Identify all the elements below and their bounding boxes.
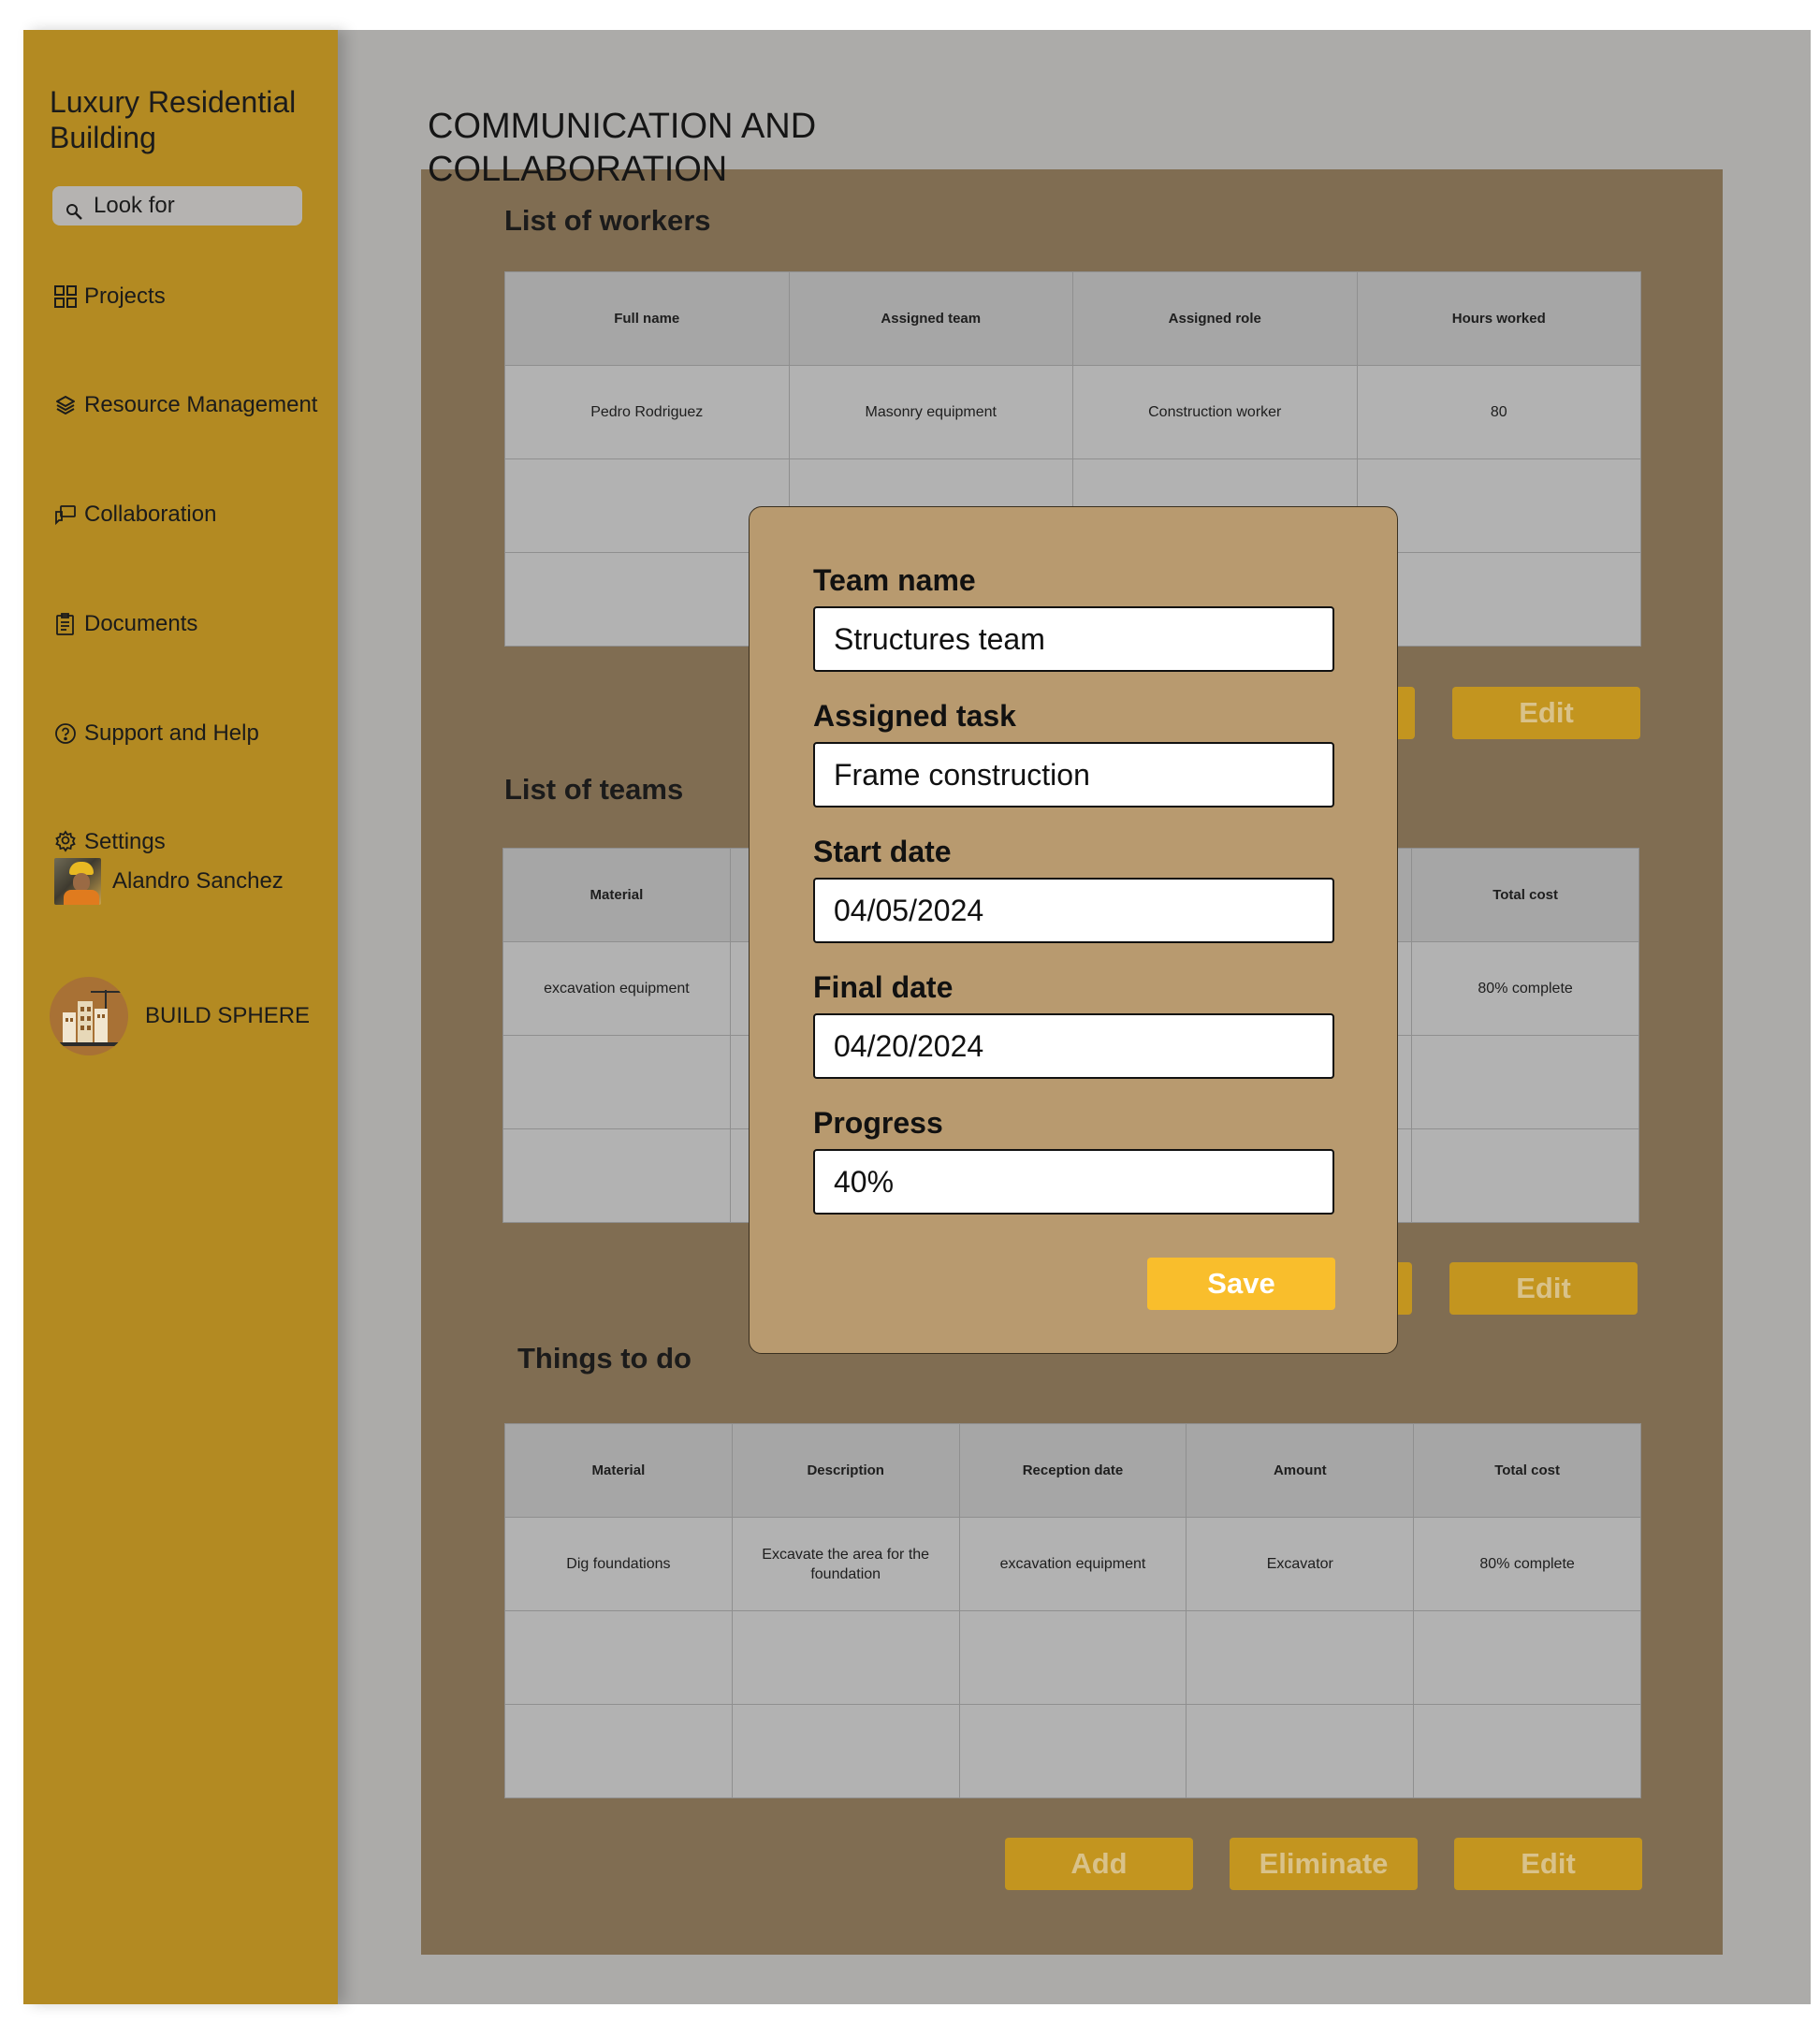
avatar xyxy=(54,858,101,905)
table-cell xyxy=(1356,552,1641,647)
assigned-task-input[interactable] xyxy=(813,742,1334,808)
team-name-label: Team name xyxy=(813,563,976,597)
search-placeholder: Look for xyxy=(94,193,175,218)
column-header: Total cost xyxy=(1413,1423,1641,1518)
brand-name: BUILD SPHERE xyxy=(145,1003,311,1028)
todo-section-title: Things to do xyxy=(517,1342,692,1375)
table-cell xyxy=(1186,1610,1415,1705)
table-header-row: Full name Assigned team Assigned role Ho… xyxy=(504,271,1641,366)
table-cell xyxy=(504,1704,733,1798)
column-header: Hours worked xyxy=(1356,271,1641,366)
sidebar-item-label: Resource Management xyxy=(84,392,318,417)
table-cell xyxy=(504,1610,733,1705)
table-cell xyxy=(504,552,790,647)
sidebar-item-resource-management[interactable]: Resource Management xyxy=(52,389,317,421)
table-cell xyxy=(958,1610,1187,1705)
table-cell xyxy=(1186,1704,1415,1798)
table-cell xyxy=(502,1128,731,1223)
search-icon xyxy=(66,196,84,235)
table-cell xyxy=(1411,1128,1639,1223)
user-name: Alandro Sanchez xyxy=(112,868,284,894)
save-button[interactable]: Save xyxy=(1147,1258,1335,1310)
help-icon xyxy=(52,720,79,747)
column-header: Material xyxy=(502,848,731,942)
column-header: Total cost xyxy=(1411,848,1639,942)
teams-section-title: List of teams xyxy=(504,773,684,806)
table-cell xyxy=(1411,1035,1639,1129)
table-header-row: Material Description Reception date Amou… xyxy=(504,1423,1641,1518)
start-date-input[interactable] xyxy=(813,878,1334,943)
workers-edit-button[interactable]: Edit xyxy=(1452,687,1640,739)
table-cell: Construction worker xyxy=(1072,365,1358,459)
table-cell: Dig foundations xyxy=(504,1517,733,1611)
table-cell: excavation equipment xyxy=(958,1517,1187,1611)
column-header: Reception date xyxy=(958,1423,1187,1518)
edit-team-modal: Team name Assigned task Start date Final… xyxy=(749,506,1398,1354)
column-header: Description xyxy=(731,1423,960,1518)
sidebar-item-collaboration[interactable]: Collaboration xyxy=(52,499,216,531)
table-cell: 80% complete xyxy=(1411,941,1639,1036)
column-header: Assigned role xyxy=(1072,271,1358,366)
layers-icon xyxy=(52,392,79,418)
table-row[interactable]: Dig foundations Excavate the area for th… xyxy=(504,1517,1641,1611)
todo-eliminate-button[interactable]: Eliminate xyxy=(1230,1838,1418,1890)
todo-edit-button[interactable]: Edit xyxy=(1454,1838,1642,1890)
table-cell: Pedro Rodriguez xyxy=(504,365,790,459)
sidebar-item-support-and-help[interactable]: Support and Help xyxy=(52,718,259,749)
column-header: Amount xyxy=(1186,1423,1415,1518)
table-cell xyxy=(731,1610,960,1705)
sidebar-item-label: Projects xyxy=(84,284,166,309)
sidebar-item-label: Settings xyxy=(84,829,166,854)
table-cell xyxy=(504,458,790,553)
search-input[interactable]: Look for xyxy=(52,186,302,226)
column-header: Material xyxy=(504,1423,733,1518)
grid-icon xyxy=(52,284,79,310)
table-row[interactable]: Pedro Rodriguez Masonry equipment Constr… xyxy=(504,365,1641,459)
build-sphere-logo xyxy=(50,977,128,1055)
table-cell: Excavator xyxy=(1186,1517,1415,1611)
project-title: Luxury Residential Building xyxy=(50,85,297,154)
table-cell: 80% complete xyxy=(1413,1517,1641,1611)
sidebar-item-label: Collaboration xyxy=(84,502,217,527)
table-cell: Masonry equipment xyxy=(788,365,1073,459)
column-header: Full name xyxy=(504,271,790,366)
sidebar-item-label: Documents xyxy=(84,611,198,636)
table-cell: 80 xyxy=(1356,365,1641,459)
sidebar-item-settings[interactable]: Settings xyxy=(52,826,166,858)
assigned-task-label: Assigned task xyxy=(813,699,1016,733)
team-name-input[interactable] xyxy=(813,606,1334,672)
sidebar: Luxury Residential Building Look for Pro… xyxy=(23,30,338,2004)
final-date-label: Final date xyxy=(813,970,954,1004)
start-date-label: Start date xyxy=(813,835,952,868)
sidebar-item-documents[interactable]: Documents xyxy=(52,608,197,640)
chat-icon xyxy=(52,502,79,528)
gear-icon xyxy=(52,829,79,855)
column-header: Assigned team xyxy=(788,271,1073,366)
table-cell xyxy=(1356,458,1641,553)
todo-table: Material Description Reception date Amou… xyxy=(504,1423,1641,1798)
final-date-input[interactable] xyxy=(813,1013,1334,1079)
user-profile[interactable]: Alandro Sanchez xyxy=(54,858,284,905)
table-row[interactable] xyxy=(504,1610,1641,1705)
table-cell: Excavate the area for the foundation xyxy=(731,1517,960,1611)
sidebar-item-label: Support and Help xyxy=(84,720,259,746)
table-cell xyxy=(731,1704,960,1798)
todo-add-button[interactable]: Add xyxy=(1005,1838,1193,1890)
table-cell xyxy=(502,1035,731,1129)
progress-input[interactable] xyxy=(813,1149,1334,1215)
table-cell xyxy=(1413,1610,1641,1705)
table-cell xyxy=(1413,1704,1641,1798)
sidebar-item-projects[interactable]: Projects xyxy=(52,281,166,313)
table-cell xyxy=(958,1704,1187,1798)
page-title: COMMUNICATION AND COLLABORATION xyxy=(428,107,817,189)
progress-label: Progress xyxy=(813,1106,943,1140)
workers-section-title: List of workers xyxy=(504,204,711,237)
table-row[interactable] xyxy=(504,1704,1641,1798)
teams-edit-button[interactable]: Edit xyxy=(1449,1262,1638,1315)
document-icon xyxy=(52,611,79,637)
table-cell: excavation equipment xyxy=(502,941,731,1036)
brand: BUILD SPHERE xyxy=(50,977,310,1055)
